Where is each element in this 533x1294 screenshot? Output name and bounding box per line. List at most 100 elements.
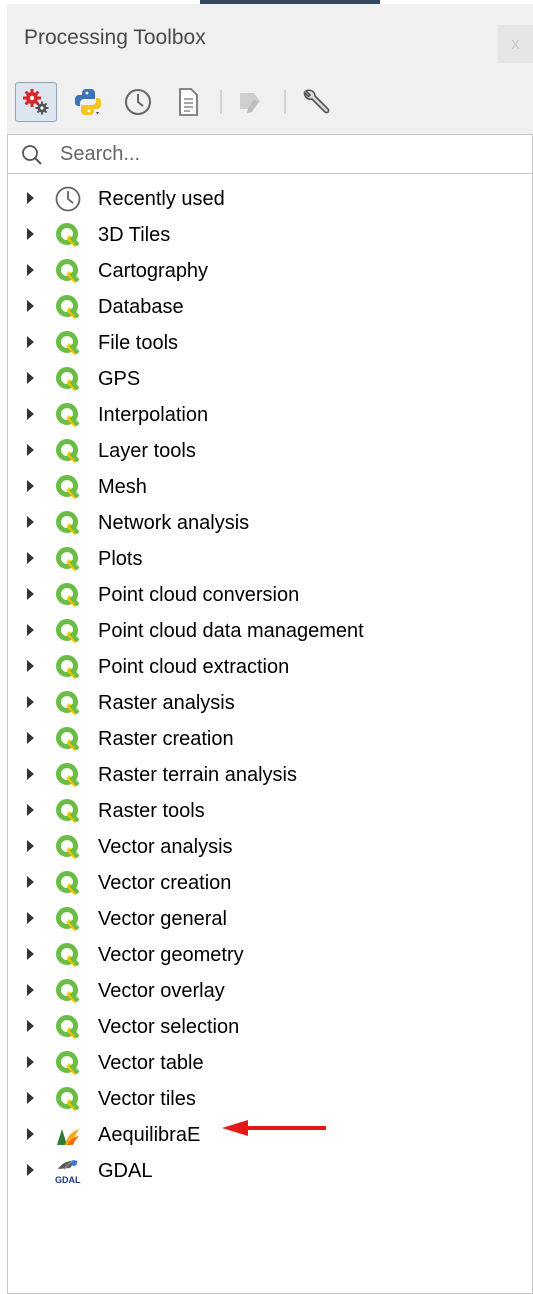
tree-item[interactable]: Vector tiles	[8, 1080, 532, 1116]
tree-item[interactable]: Vector analysis	[8, 828, 532, 864]
tree-item[interactable]: Cartography	[8, 252, 532, 288]
search-box	[7, 134, 533, 174]
qgis-icon	[54, 581, 82, 609]
tree-item[interactable]: Mesh	[8, 468, 532, 504]
qgis-icon	[54, 473, 82, 501]
tree-item[interactable]: Point cloud conversion	[8, 576, 532, 612]
expand-arrow-icon[interactable]	[27, 480, 34, 492]
tree-item-label: Vector table	[98, 1052, 204, 1074]
qgis-icon	[54, 689, 82, 717]
qgis-icon	[54, 329, 82, 357]
expand-arrow-icon[interactable]	[27, 732, 34, 744]
tree-item[interactable]: Database	[8, 288, 532, 324]
options-button[interactable]	[295, 82, 337, 122]
expand-arrow-icon[interactable]	[27, 624, 34, 636]
tree-item-label: 3D Tiles	[98, 224, 171, 246]
tree-item[interactable]: Plots	[8, 540, 532, 576]
search-input[interactable]	[60, 140, 520, 168]
expand-arrow-icon[interactable]	[27, 984, 34, 996]
tree-item[interactable]: Vector creation	[8, 864, 532, 900]
tree-item-label: Vector tiles	[98, 1088, 196, 1110]
red-arrow-annotation	[222, 1120, 326, 1136]
tree-item[interactable]: Vector table	[8, 1044, 532, 1080]
tree-item[interactable]: Recently used	[8, 180, 532, 216]
tree-item-label: Point cloud data management	[98, 620, 364, 642]
expand-arrow-icon[interactable]	[27, 408, 34, 420]
qgis-icon	[54, 401, 82, 429]
expand-arrow-icon[interactable]	[27, 948, 34, 960]
tree-item-label: Raster terrain analysis	[98, 764, 297, 786]
expand-arrow-icon[interactable]	[27, 228, 34, 240]
qgis-icon	[54, 545, 82, 573]
expand-arrow-icon[interactable]	[27, 1092, 34, 1104]
tree-item[interactable]: Network analysis	[8, 504, 532, 540]
expand-arrow-icon[interactable]	[27, 1056, 34, 1068]
history-button[interactable]	[117, 82, 159, 122]
close-button[interactable]: x	[498, 25, 533, 63]
tree-item-label: File tools	[98, 332, 179, 354]
models-button[interactable]	[15, 82, 57, 122]
expand-arrow-icon[interactable]	[27, 876, 34, 888]
qgis-icon	[54, 1013, 82, 1041]
tree-item[interactable]: Layer tools	[8, 432, 532, 468]
search-icon	[22, 145, 42, 165]
tree-item[interactable]: Point cloud extraction	[8, 648, 532, 684]
tree-item[interactable]: GPS	[8, 360, 532, 396]
expand-arrow-icon[interactable]	[27, 264, 34, 276]
expand-arrow-icon[interactable]	[27, 804, 34, 816]
expand-arrow-icon[interactable]	[27, 840, 34, 852]
expand-arrow-icon[interactable]	[27, 588, 34, 600]
clock-icon	[125, 89, 151, 115]
tree-item[interactable]: Point cloud data management	[8, 612, 532, 648]
expand-arrow-icon[interactable]	[27, 1164, 34, 1176]
qgis-icon	[54, 509, 82, 537]
tree-item[interactable]: Raster terrain analysis	[8, 756, 532, 792]
qgis-icon	[54, 1049, 82, 1077]
tree-item-label: Raster creation	[98, 728, 234, 750]
tree-item[interactable]: Raster creation	[8, 720, 532, 756]
tree-item[interactable]: Vector selection	[8, 1008, 532, 1044]
tree-item[interactable]: Vector overlay	[8, 972, 532, 1008]
tree-item-label: Network analysis	[98, 512, 250, 534]
expand-arrow-icon[interactable]	[27, 336, 34, 348]
tree-item[interactable]: Vector general	[8, 900, 532, 936]
qgis-icon	[54, 221, 82, 249]
tree-item[interactable]: Interpolation	[8, 396, 532, 432]
expand-arrow-icon[interactable]	[27, 300, 34, 312]
tree-item[interactable]: File tools	[8, 324, 532, 360]
edit-features-in-place-button[interactable]	[230, 82, 272, 122]
expand-arrow-icon[interactable]	[27, 696, 34, 708]
expand-arrow-icon[interactable]	[27, 912, 34, 924]
panel-title: Processing Toolbox	[24, 26, 206, 49]
expand-arrow-icon[interactable]	[27, 516, 34, 528]
tree-item[interactable]: 3D Tiles	[8, 216, 532, 252]
qgis-icon	[54, 869, 82, 897]
tree-item[interactable]: Raster analysis	[8, 684, 532, 720]
panel-titlebar: Processing Toolbox x	[7, 4, 533, 68]
tree-item-label: GPS	[98, 368, 141, 390]
python-scripts-button[interactable]	[67, 82, 109, 122]
tree-item-label: Vector general	[98, 908, 227, 930]
tree-item[interactable]: GDAL GDAL	[8, 1152, 532, 1188]
qgis-icon	[54, 257, 82, 285]
clock-icon	[54, 185, 82, 213]
qgis-icon	[54, 1085, 82, 1113]
tree-item-label: Vector analysis	[98, 836, 233, 858]
tree-item[interactable]: Raster tools	[8, 792, 532, 828]
expand-arrow-icon[interactable]	[27, 768, 34, 780]
expand-arrow-icon[interactable]	[27, 444, 34, 456]
tree-item-label: Point cloud extraction	[98, 656, 290, 678]
expand-arrow-icon[interactable]	[27, 1128, 34, 1140]
expand-arrow-icon[interactable]	[27, 192, 34, 204]
expand-arrow-icon[interactable]	[27, 1020, 34, 1032]
qgis-icon	[54, 905, 82, 933]
results-viewer-button[interactable]	[167, 82, 209, 122]
tree-item[interactable]: Vector geometry	[8, 936, 532, 972]
tree-item-label: Vector selection	[98, 1016, 240, 1038]
expand-arrow-icon[interactable]	[27, 660, 34, 672]
qgis-icon	[54, 761, 82, 789]
qgis-icon	[54, 977, 82, 1005]
expand-arrow-icon[interactable]	[27, 372, 34, 384]
expand-arrow-icon[interactable]	[27, 552, 34, 564]
qgis-icon	[54, 797, 82, 825]
